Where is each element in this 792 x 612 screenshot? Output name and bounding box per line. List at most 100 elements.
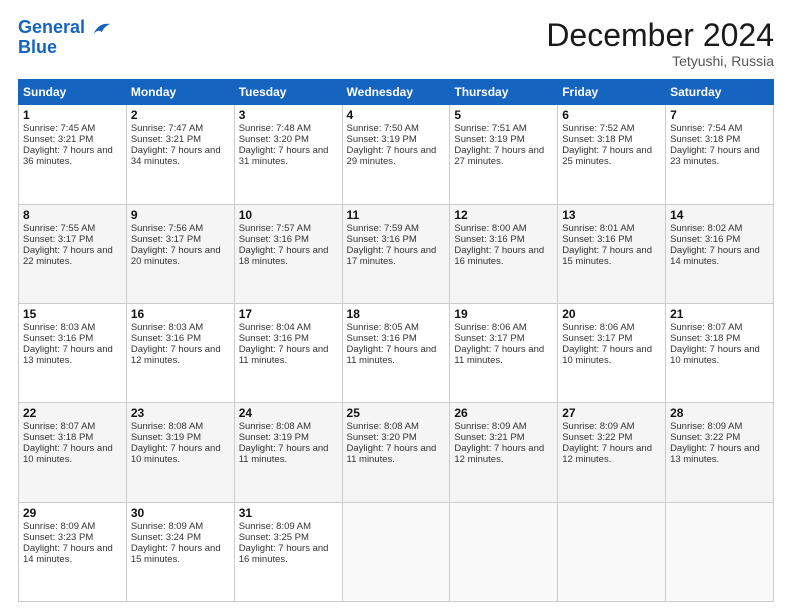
- table-row: 1Sunrise: 7:45 AMSunset: 3:21 PMDaylight…: [19, 105, 127, 204]
- sunrise-text: Sunrise: 8:08 AM: [347, 421, 419, 432]
- daylight-text: Daylight: 7 hours and 17 minutes.: [347, 245, 437, 267]
- table-row: [450, 502, 558, 601]
- daylight-text: Daylight: 7 hours and 11 minutes.: [454, 344, 544, 366]
- daylight-text: Daylight: 7 hours and 10 minutes.: [131, 443, 221, 465]
- table-row: 22Sunrise: 8:07 AMSunset: 3:18 PMDayligh…: [19, 403, 127, 502]
- week-row-1: 1Sunrise: 7:45 AMSunset: 3:21 PMDaylight…: [19, 105, 774, 204]
- daylight-text: Daylight: 7 hours and 12 minutes.: [454, 443, 544, 465]
- sunset-text: Sunset: 3:19 PM: [454, 134, 524, 145]
- table-row: 14Sunrise: 8:02 AMSunset: 3:16 PMDayligh…: [666, 204, 774, 303]
- table-row: [342, 502, 450, 601]
- location: Tetyushi, Russia: [546, 53, 774, 69]
- col-sunday: Sunday: [19, 80, 127, 105]
- table-row: 16Sunrise: 8:03 AMSunset: 3:16 PMDayligh…: [126, 303, 234, 402]
- table-row: 29Sunrise: 8:09 AMSunset: 3:23 PMDayligh…: [19, 502, 127, 601]
- day-number: 3: [239, 108, 338, 122]
- table-row: 27Sunrise: 8:09 AMSunset: 3:22 PMDayligh…: [558, 403, 666, 502]
- col-friday: Friday: [558, 80, 666, 105]
- sunrise-text: Sunrise: 7:50 AM: [347, 123, 419, 134]
- sunset-text: Sunset: 3:18 PM: [23, 432, 93, 443]
- day-number: 21: [670, 307, 769, 321]
- table-row: 6Sunrise: 7:52 AMSunset: 3:18 PMDaylight…: [558, 105, 666, 204]
- sunrise-text: Sunrise: 8:09 AM: [562, 421, 634, 432]
- table-row: 24Sunrise: 8:08 AMSunset: 3:19 PMDayligh…: [234, 403, 342, 502]
- table-row: 30Sunrise: 8:09 AMSunset: 3:24 PMDayligh…: [126, 502, 234, 601]
- daylight-text: Daylight: 7 hours and 10 minutes.: [562, 344, 652, 366]
- day-number: 5: [454, 108, 553, 122]
- sunset-text: Sunset: 3:16 PM: [454, 234, 524, 245]
- sunrise-text: Sunrise: 8:06 AM: [562, 322, 634, 333]
- daylight-text: Daylight: 7 hours and 18 minutes.: [239, 245, 329, 267]
- day-number: 29: [23, 506, 122, 520]
- table-row: 17Sunrise: 8:04 AMSunset: 3:16 PMDayligh…: [234, 303, 342, 402]
- sunrise-text: Sunrise: 7:55 AM: [23, 223, 95, 234]
- day-number: 15: [23, 307, 122, 321]
- sunset-text: Sunset: 3:19 PM: [131, 432, 201, 443]
- sunset-text: Sunset: 3:21 PM: [131, 134, 201, 145]
- day-number: 10: [239, 208, 338, 222]
- daylight-text: Daylight: 7 hours and 16 minutes.: [239, 543, 329, 565]
- daylight-text: Daylight: 7 hours and 27 minutes.: [454, 145, 544, 167]
- day-number: 18: [347, 307, 446, 321]
- daylight-text: Daylight: 7 hours and 10 minutes.: [23, 443, 113, 465]
- table-row: 4Sunrise: 7:50 AMSunset: 3:19 PMDaylight…: [342, 105, 450, 204]
- table-row: 12Sunrise: 8:00 AMSunset: 3:16 PMDayligh…: [450, 204, 558, 303]
- sunrise-text: Sunrise: 8:06 AM: [454, 322, 526, 333]
- sunset-text: Sunset: 3:20 PM: [347, 432, 417, 443]
- sunrise-text: Sunrise: 8:01 AM: [562, 223, 634, 234]
- calendar-table: Sunday Monday Tuesday Wednesday Thursday…: [18, 79, 774, 602]
- daylight-text: Daylight: 7 hours and 15 minutes.: [562, 245, 652, 267]
- sunrise-text: Sunrise: 8:09 AM: [670, 421, 742, 432]
- week-row-2: 8Sunrise: 7:55 AMSunset: 3:17 PMDaylight…: [19, 204, 774, 303]
- day-number: 4: [347, 108, 446, 122]
- day-number: 26: [454, 406, 553, 420]
- logo-blue-text: Blue: [18, 38, 57, 58]
- day-number: 8: [23, 208, 122, 222]
- table-row: 25Sunrise: 8:08 AMSunset: 3:20 PMDayligh…: [342, 403, 450, 502]
- table-row: 19Sunrise: 8:06 AMSunset: 3:17 PMDayligh…: [450, 303, 558, 402]
- daylight-text: Daylight: 7 hours and 14 minutes.: [670, 245, 760, 267]
- day-number: 27: [562, 406, 661, 420]
- daylight-text: Daylight: 7 hours and 13 minutes.: [23, 344, 113, 366]
- sunset-text: Sunset: 3:18 PM: [670, 134, 740, 145]
- sunset-text: Sunset: 3:17 PM: [454, 333, 524, 344]
- daylight-text: Daylight: 7 hours and 23 minutes.: [670, 145, 760, 167]
- table-row: 31Sunrise: 8:09 AMSunset: 3:25 PMDayligh…: [234, 502, 342, 601]
- daylight-text: Daylight: 7 hours and 12 minutes.: [131, 344, 221, 366]
- sunset-text: Sunset: 3:16 PM: [239, 333, 309, 344]
- table-row: 10Sunrise: 7:57 AMSunset: 3:16 PMDayligh…: [234, 204, 342, 303]
- daylight-text: Daylight: 7 hours and 15 minutes.: [131, 543, 221, 565]
- col-wednesday: Wednesday: [342, 80, 450, 105]
- logo-bird-icon: [92, 19, 110, 37]
- day-number: 20: [562, 307, 661, 321]
- daylight-text: Daylight: 7 hours and 22 minutes.: [23, 245, 113, 267]
- logo-text: General: [18, 18, 110, 38]
- sunset-text: Sunset: 3:22 PM: [670, 432, 740, 443]
- sunset-text: Sunset: 3:17 PM: [131, 234, 201, 245]
- day-number: 19: [454, 307, 553, 321]
- sunset-text: Sunset: 3:16 PM: [131, 333, 201, 344]
- daylight-text: Daylight: 7 hours and 11 minutes.: [347, 443, 437, 465]
- col-monday: Monday: [126, 80, 234, 105]
- sunrise-text: Sunrise: 7:48 AM: [239, 123, 311, 134]
- daylight-text: Daylight: 7 hours and 14 minutes.: [23, 543, 113, 565]
- sunrise-text: Sunrise: 8:03 AM: [23, 322, 95, 333]
- daylight-text: Daylight: 7 hours and 20 minutes.: [131, 245, 221, 267]
- sunrise-text: Sunrise: 8:09 AM: [23, 521, 95, 532]
- daylight-text: Daylight: 7 hours and 36 minutes.: [23, 145, 113, 167]
- sunset-text: Sunset: 3:16 PM: [562, 234, 632, 245]
- logo: General Blue: [18, 18, 110, 58]
- table-row: 28Sunrise: 8:09 AMSunset: 3:22 PMDayligh…: [666, 403, 774, 502]
- sunrise-text: Sunrise: 7:52 AM: [562, 123, 634, 134]
- day-number: 11: [347, 208, 446, 222]
- daylight-text: Daylight: 7 hours and 29 minutes.: [347, 145, 437, 167]
- col-thursday: Thursday: [450, 80, 558, 105]
- table-row: 26Sunrise: 8:09 AMSunset: 3:21 PMDayligh…: [450, 403, 558, 502]
- sunrise-text: Sunrise: 8:04 AM: [239, 322, 311, 333]
- table-row: 23Sunrise: 8:08 AMSunset: 3:19 PMDayligh…: [126, 403, 234, 502]
- sunset-text: Sunset: 3:20 PM: [239, 134, 309, 145]
- table-row: 7Sunrise: 7:54 AMSunset: 3:18 PMDaylight…: [666, 105, 774, 204]
- sunrise-text: Sunrise: 8:07 AM: [23, 421, 95, 432]
- sunrise-text: Sunrise: 8:09 AM: [454, 421, 526, 432]
- table-row: 13Sunrise: 8:01 AMSunset: 3:16 PMDayligh…: [558, 204, 666, 303]
